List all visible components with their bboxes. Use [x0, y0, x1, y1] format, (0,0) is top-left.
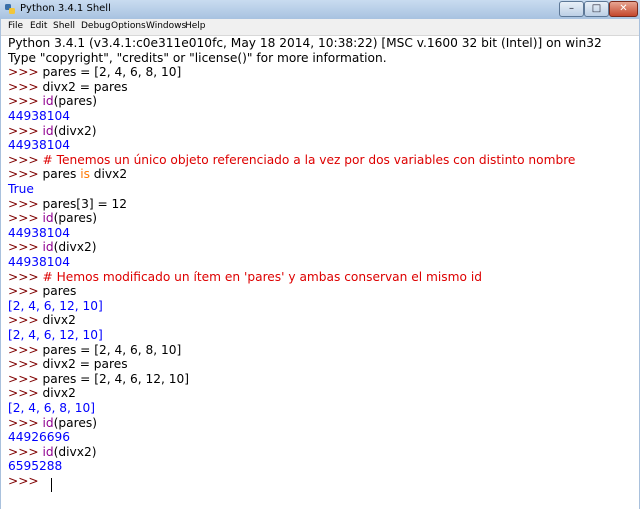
- input-line: >>> pares[3] = 12: [8, 197, 127, 212]
- prompt-marker: >>>: [8, 196, 43, 211]
- close-button[interactable]: ✕: [609, 1, 638, 17]
- shell-console[interactable]: Python 3.4.1 (v3.4.1:c0e311e010fc, May 1…: [1, 36, 639, 509]
- input-line: >>> divx2: [8, 313, 76, 328]
- output-line: 44938104: [8, 138, 71, 153]
- menu-file[interactable]: File: [8, 21, 23, 31]
- prompt-marker: >>>: [8, 386, 43, 401]
- prompt-marker: >>>: [8, 94, 43, 109]
- python-icon: [5, 4, 15, 14]
- input-line: >>> divx2 = pares: [8, 80, 128, 95]
- input-line: >>> pares = [2, 4, 6, 8, 10]: [8, 343, 181, 358]
- input-line: >>> id(divx2): [8, 445, 96, 460]
- code-text: pares = [2, 4, 6, 8, 10]: [42, 342, 182, 357]
- code-text: pares[3] = 12: [42, 196, 128, 211]
- output-line: [2, 4, 6, 8, 10]: [8, 401, 96, 415]
- maximize-button[interactable]: □: [584, 1, 609, 17]
- output-line: 44938104: [8, 225, 71, 240]
- code-text: divx2 = pares: [42, 79, 128, 94]
- output-line: 44938104: [8, 255, 71, 269]
- input-line: >>> pares = [2, 4, 6, 8, 10]: [8, 65, 181, 80]
- input-line: >>> # Hemos modificado un ítem en 'pares…: [8, 270, 482, 285]
- prompt-marker: >>>: [8, 79, 43, 94]
- prompt-marker: >>>: [8, 444, 43, 459]
- input-line: >>> pares: [8, 284, 76, 299]
- input-line: >>> divx2 = pares: [8, 357, 128, 372]
- menu-edit[interactable]: Edit: [30, 21, 47, 31]
- code-text: divx2: [89, 167, 128, 182]
- prompt-marker: >>>: [8, 123, 43, 138]
- code-text: pares = [2, 4, 6, 8, 10]: [42, 65, 182, 80]
- code-text: divx2: [42, 313, 76, 328]
- input-line: >>> id(divx2): [8, 240, 96, 255]
- title-bar[interactable]: Python 3.4.1 Shell – □ ✕: [0, 0, 640, 19]
- code-text: pares: [42, 167, 81, 182]
- code-text: (pares): [53, 211, 97, 226]
- window-title: Python 3.4.1 Shell: [20, 3, 111, 14]
- prompt-marker: >>>: [8, 357, 43, 372]
- minimize-button[interactable]: –: [559, 1, 584, 17]
- menu-options[interactable]: Options: [111, 21, 146, 31]
- builtin-text: id: [42, 211, 54, 226]
- prompt-marker: >>>: [8, 342, 43, 357]
- prompt-marker: >>>: [8, 415, 43, 430]
- builtin-text: id: [42, 94, 54, 109]
- output-line: [2, 4, 6, 12, 10]: [8, 298, 103, 313]
- prompt-marker: >>>: [8, 65, 43, 80]
- menu-windows[interactable]: Windows: [146, 21, 186, 31]
- code-text: (pares): [53, 415, 97, 430]
- prompt-marker: >>>: [8, 240, 43, 255]
- keyword-text: is: [80, 167, 90, 182]
- prompt-marker: >>>: [8, 211, 43, 226]
- banner-line: Python 3.4.1 (v3.4.1:c0e311e010fc, May 1…: [8, 36, 602, 50]
- output-line: [2, 4, 6, 12, 10]: [8, 328, 103, 342]
- input-line: >>> # Tenemos un único objeto referencia…: [8, 153, 575, 168]
- input-line: >>> id(pares): [8, 94, 97, 109]
- input-line: >>> id(pares): [8, 211, 97, 226]
- code-text: (divx2): [53, 240, 97, 255]
- prompt-marker: >>>: [8, 313, 43, 328]
- output-line: 6595288: [8, 459, 63, 474]
- prompt-marker: >>>: [8, 152, 43, 167]
- output-line: 44938104: [8, 109, 71, 123]
- comment-text: # Tenemos un único objeto referenciado a…: [42, 152, 576, 167]
- prompt-marker: >>>: [8, 269, 43, 284]
- input-line: >>> pares = [2, 4, 6, 12, 10]: [8, 372, 189, 387]
- code-text: divx2: [42, 386, 76, 401]
- comment-text: # Hemos modificado un ítem en 'pares' y …: [42, 269, 482, 284]
- code-text: divx2 = pares: [42, 357, 128, 372]
- shell-window: Python 3.4.1 Shell – □ ✕ File Edit Shell…: [0, 0, 640, 509]
- input-line: >>> divx2: [8, 386, 76, 401]
- code-text: pares = [2, 4, 6, 12, 10]: [42, 371, 190, 386]
- builtin-text: id: [42, 123, 54, 138]
- input-line: >>> id(pares): [8, 416, 97, 431]
- menu-help[interactable]: Help: [185, 21, 206, 31]
- input-line: >>> pares is divx2: [8, 167, 127, 182]
- menu-shell[interactable]: Shell: [53, 21, 75, 31]
- menu-bar: File Edit Shell Debug Options Windows He…: [1, 19, 639, 36]
- input-line: >>>: [8, 474, 43, 489]
- banner-line: Type "copyright", "credits" or "license(…: [8, 50, 387, 65]
- input-line: >>> id(divx2): [8, 124, 96, 139]
- prompt-marker: >>>: [8, 474, 43, 488]
- text-cursor: [51, 478, 52, 492]
- builtin-text: id: [42, 240, 54, 255]
- code-text: (pares): [53, 94, 97, 109]
- code-text: (divx2): [53, 123, 97, 138]
- code-text: (divx2): [53, 444, 97, 459]
- builtin-text: id: [42, 415, 54, 430]
- prompt-marker: >>>: [8, 371, 43, 386]
- output-line: True: [8, 182, 34, 196]
- builtin-text: id: [42, 444, 54, 459]
- prompt-marker: >>>: [8, 167, 43, 182]
- prompt-marker: >>>: [8, 284, 43, 299]
- output-line: 44926696: [8, 430, 71, 445]
- menu-debug[interactable]: Debug: [81, 21, 111, 31]
- code-text: pares: [42, 284, 77, 299]
